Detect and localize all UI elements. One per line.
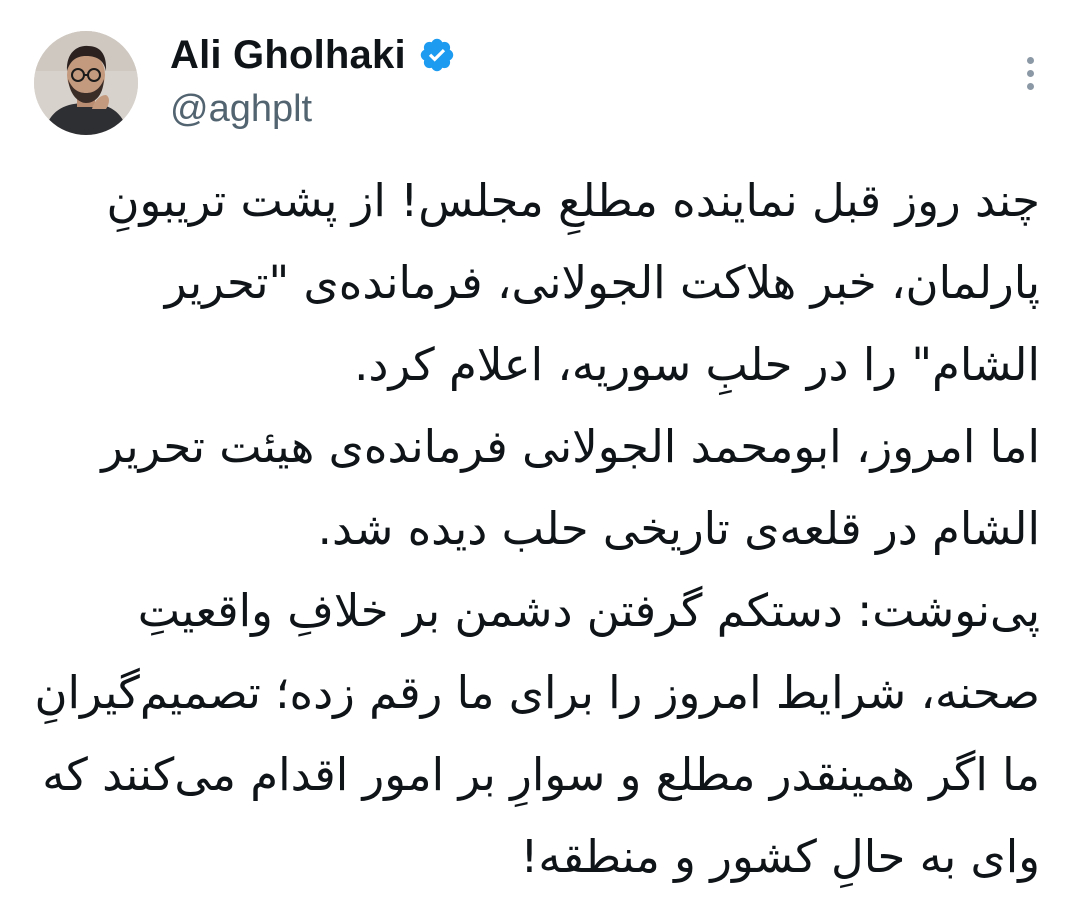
- tweet-text-line: چند روز قبل نماینده مطلعِ مجلس! از پشت ت…: [106, 174, 1040, 227]
- tweet-text-line: الشام در قلعه‌ی تاریخی حلب دیده شد.: [317, 502, 1040, 555]
- tweet-text: چند روز قبل نماینده مطلعِ مجلس! از پشت ت…: [30, 160, 1040, 898]
- tweet-card: Ali Gholhaki @aghplt چند روز قبل نماینده…: [0, 0, 1080, 905]
- tweet-text-line: پی‌نوشت: دستکم گرفتن دشمن بر خلافِ واقعی…: [137, 584, 1040, 637]
- verified-badge-icon: [418, 36, 456, 74]
- author-display-name[interactable]: Ali Gholhaki: [170, 33, 406, 78]
- more-vertical-icon: [1026, 82, 1034, 90]
- author-name-row: Ali Gholhaki: [170, 30, 456, 80]
- more-vertical-icon: [1026, 69, 1034, 77]
- tweet-text-line: وای به حالِ کشور و منطقه!: [520, 830, 1040, 883]
- author-block: Ali Gholhaki @aghplt: [170, 30, 456, 131]
- tweet-text-line: اما امروز، ابومحمد الجولانی فرمانده‌ی هی…: [101, 420, 1040, 473]
- tweet-text-line: صحنه، شرایط امروز را برای ما رقم زده؛ تص…: [34, 666, 1040, 719]
- author-handle[interactable]: @aghplt: [170, 88, 456, 131]
- tweet-text-line: الشام" را در حلبِ سوریه، اعلام کرد.: [354, 338, 1040, 391]
- tweet-text-line: ما اگر همینقدر مطلع و سوارِ بر امور اقدا…: [42, 748, 1040, 801]
- tweet-text-line: پارلمان، خبر هلاکت الجولانی، فرمانده‌ی "…: [164, 256, 1040, 309]
- avatar-photo-icon: [34, 31, 138, 135]
- more-vertical-icon: [1026, 56, 1034, 64]
- author-avatar[interactable]: [34, 31, 138, 135]
- more-options-button[interactable]: [1010, 50, 1050, 96]
